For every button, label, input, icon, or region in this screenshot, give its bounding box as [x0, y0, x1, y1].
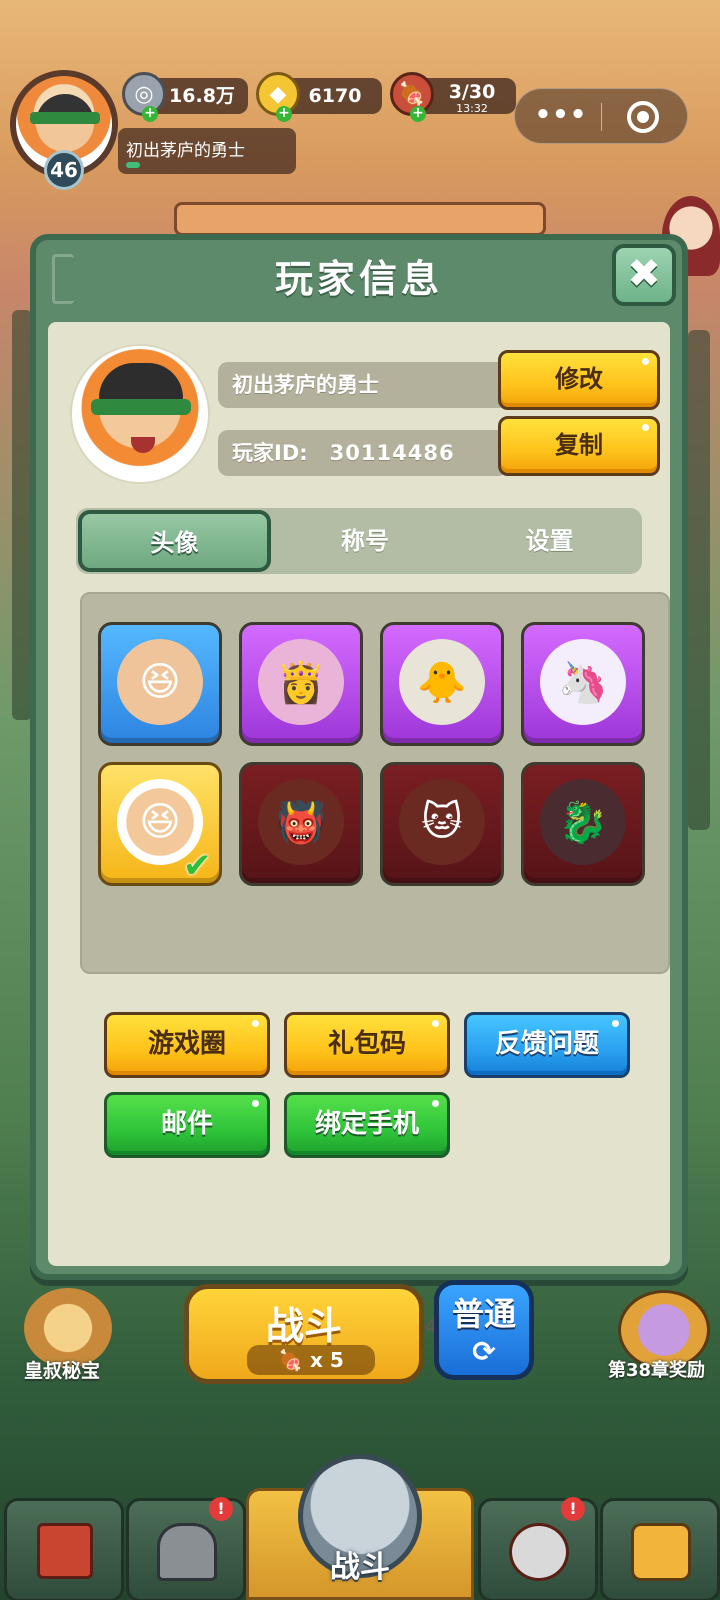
city-gate-icon [37, 1523, 93, 1579]
mail-button[interactable]: 邮件 [104, 1092, 270, 1158]
gold-value: 6170 [308, 85, 362, 107]
meat-icon: 🍖 [278, 1348, 311, 1372]
player-title-banner: 初出茅庐的勇士 [118, 128, 296, 174]
exp-bar [126, 162, 140, 168]
stamina-value: 3/30 [448, 81, 496, 103]
button-shine [252, 1100, 259, 1107]
dragon-icon: 🐉 [540, 779, 626, 865]
tab-settings[interactable]: 设置 [457, 508, 642, 574]
silver-value: 16.8万 [169, 85, 235, 107]
treasure-upgrade-icon [631, 1523, 691, 1581]
avatar-option-selected[interactable]: 😆 ✔ [98, 762, 222, 886]
edit-name-label: 修改 [555, 365, 603, 393]
feedback-button[interactable]: 反馈问题 [464, 1012, 630, 1078]
avatar-headband [30, 112, 100, 124]
avatar-option[interactable]: 🦄 [521, 622, 645, 746]
player-title-text: 初出茅庐的勇士 [126, 141, 245, 161]
alert-badge: ! [561, 1497, 585, 1521]
avatar-option-locked[interactable]: 👹 [239, 762, 363, 886]
left-event-label[interactable]: 皇叔秘宝 [24, 1356, 100, 1383]
mode-label: 普通 [451, 1295, 516, 1333]
game-circle-button[interactable]: 游戏圈 [104, 1012, 270, 1078]
edit-name-button[interactable]: 修改 [498, 350, 660, 410]
button-shine [432, 1100, 439, 1107]
crowned-heroine-icon: 👸 [258, 639, 344, 725]
avatar-hair [99, 363, 183, 403]
avatar-mouth [131, 437, 155, 453]
right-event-label[interactable]: 第38章奖励 [608, 1356, 705, 1382]
bind-phone-button[interactable]: 绑定手机 [284, 1092, 450, 1158]
avatar-grid: 😆 👸 🐥 🦄 😆 ✔ 👹 🐱 🐉 [80, 592, 670, 974]
button-shine [642, 424, 649, 431]
avatar-option-locked[interactable]: 🐉 [521, 762, 645, 886]
fight-cost: 🍖 x 5 [247, 1345, 375, 1375]
avatar-option[interactable]: 😆 [98, 622, 222, 746]
button-shine [432, 1020, 439, 1027]
capsule-divider [601, 103, 602, 131]
nav-heroes[interactable]: ! [478, 1497, 598, 1600]
avatar-headband [91, 399, 191, 415]
left-side-menu [12, 310, 32, 720]
fight-button[interactable]: 战斗 🍖 x 5 [184, 1284, 424, 1384]
warrior-face-icon: 😆 [117, 639, 203, 725]
player-name-field: 初出茅庐的勇士 [218, 362, 508, 408]
add-silver-icon[interactable]: + [142, 106, 158, 122]
add-gold-icon[interactable]: + [276, 106, 292, 122]
player-id-label: 玩家ID: [232, 441, 308, 465]
mail-label: 邮件 [160, 1109, 213, 1139]
copy-id-button[interactable]: 复制 [498, 416, 660, 476]
add-stamina-icon[interactable]: + [410, 106, 426, 122]
miniprogram-capsule: ••• [514, 88, 688, 144]
player-level-badge: 46 [44, 150, 84, 190]
gift-code-button[interactable]: 礼包码 [284, 1012, 450, 1078]
player-id-field: 玩家ID: 30114486 [218, 430, 508, 476]
tab-title[interactable]: 称号 [273, 508, 458, 574]
bind-phone-label: 绑定手机 [314, 1109, 419, 1139]
mode-toggle-button[interactable]: 普通 ⟳ [434, 1280, 534, 1380]
button-shine [642, 358, 649, 365]
lucky-cat-icon: 🐱 [399, 779, 485, 865]
helmet-icon [157, 1523, 217, 1581]
demon-king-icon: 👹 [258, 779, 344, 865]
fight-label: 战斗 [265, 1304, 342, 1348]
avatar-option[interactable]: 👸 [239, 622, 363, 746]
stamina-timer: 13:32 [456, 102, 488, 115]
exit-icon[interactable] [627, 101, 659, 133]
modal-title: 玩家信息 [274, 257, 443, 301]
alert-badge: ! [209, 1497, 233, 1521]
selected-check-icon: ✔ [183, 846, 212, 886]
nav-fight-label: 战斗 [330, 1550, 390, 1585]
fight-cost-value: x 5 [310, 1348, 344, 1372]
copy-id-label: 复制 [555, 431, 603, 459]
info-panel: 初出茅庐的勇士 玩家ID: 30114486 修改 复制 头像 称号 设置 😆 👸 [48, 322, 670, 1338]
player-id-value: 30114486 [329, 441, 455, 465]
nav-equipment[interactable]: ! [126, 1497, 246, 1600]
gift-code-label: 礼包码 [327, 1029, 406, 1059]
avatar-option[interactable]: 🐥 [380, 622, 504, 746]
tab-avatar[interactable]: 头像 [78, 510, 271, 572]
game-circle-label: 游戏圈 [147, 1029, 226, 1059]
duck-hero-icon: 🐥 [399, 639, 485, 725]
unicorn-icon: 🦄 [540, 639, 626, 725]
avatar-option-locked[interactable]: 🐱 [380, 762, 504, 886]
tab-bar: 头像 称号 设置 [76, 508, 642, 574]
nav-shop[interactable] [600, 1498, 720, 1600]
more-icon[interactable]: ••• [533, 101, 589, 129]
current-avatar [72, 346, 208, 482]
player-info-modal: 玩家信息 ✖ 初出茅庐的勇士 玩家ID: 30114486 修改 复制 头像 称号… [30, 234, 688, 1338]
hero-stars-icon [509, 1523, 569, 1581]
button-shine [252, 1020, 259, 1027]
button-shine [612, 1020, 619, 1027]
background-banner [174, 202, 546, 236]
player-name: 初出茅庐的勇士 [232, 373, 379, 397]
refresh-icon: ⟳ [472, 1335, 496, 1368]
nav-city[interactable] [4, 1498, 124, 1600]
close-button[interactable]: ✖ [612, 244, 676, 306]
feedback-label: 反馈问题 [494, 1029, 599, 1059]
right-side-menu [688, 330, 710, 830]
